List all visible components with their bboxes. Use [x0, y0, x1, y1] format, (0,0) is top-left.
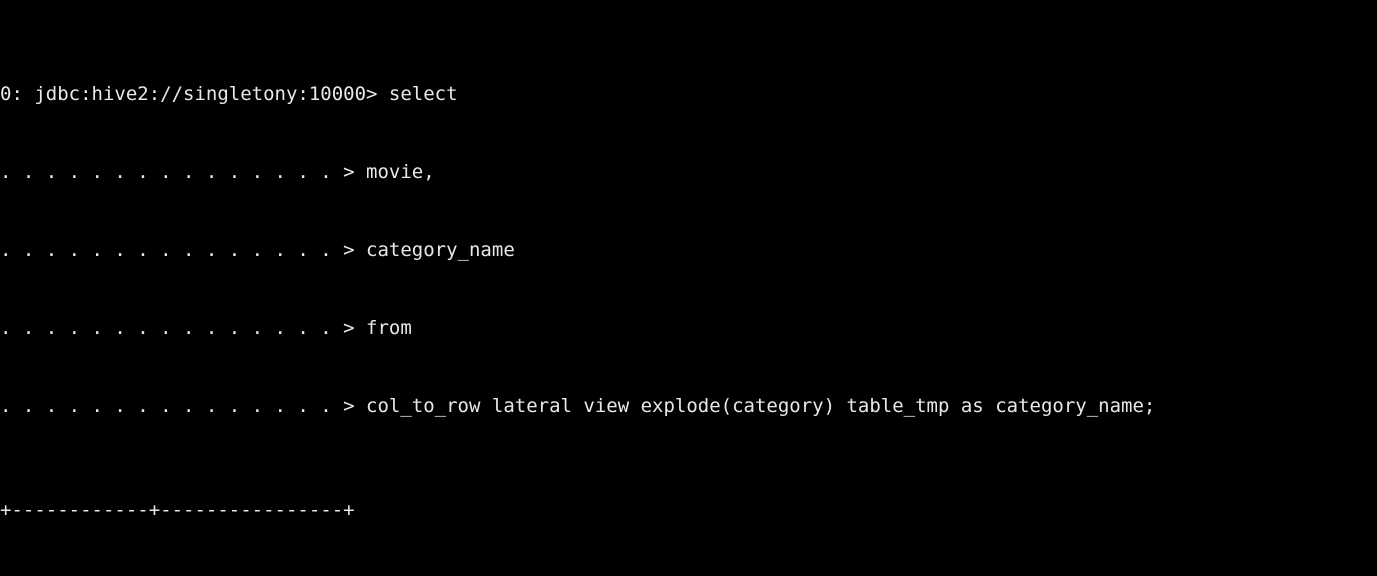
query-line-categoryname: . . . . . . . . . . . . . . . > category… — [0, 239, 515, 261]
query-line-movie: . . . . . . . . . . . . . . . > movie, — [0, 161, 435, 183]
query-line-select: 0: jdbc:hive2://singletony:10000> select — [0, 83, 458, 105]
query-line-from: . . . . . . . . . . . . . . . > from — [0, 317, 412, 339]
table-border-top: +------------+----------------+ — [0, 499, 355, 521]
terminal-screen[interactable]: 0: jdbc:hive2://singletony:10000> select… — [0, 0, 1377, 576]
query-line-lateralview: . . . . . . . . . . . . . . . > col_to_r… — [0, 395, 1156, 417]
terminal-window[interactable]: 0: jdbc:hive2://singletony:10000> select… — [0, 0, 1377, 576]
